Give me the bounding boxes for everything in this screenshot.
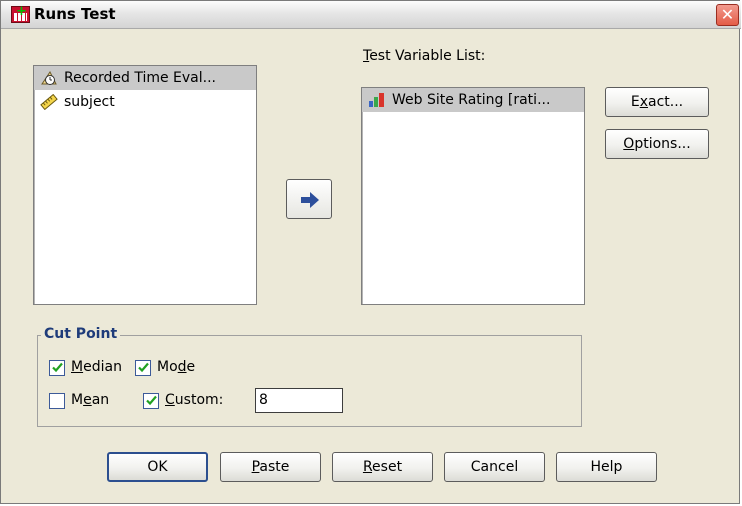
move-right-button[interactable] (286, 179, 332, 219)
close-icon: ✕ (720, 5, 735, 24)
list-item-label: subject (64, 94, 115, 110)
custom-checkbox[interactable] (143, 393, 159, 409)
list-item[interactable]: Web Site Rating [rati... (362, 88, 584, 112)
paste-button[interactable]: Paste (220, 452, 321, 482)
custom-label: Custom: (165, 392, 224, 408)
window-title: Runs Test (34, 5, 116, 23)
arrow-right-icon (301, 192, 319, 208)
app-icon: + (11, 5, 30, 23)
ok-button[interactable]: OK (107, 452, 208, 482)
list-item[interactable]: subject (34, 90, 256, 114)
cut-point-group (37, 335, 582, 427)
checkmark-icon (146, 395, 157, 406)
list-item-label: Web Site Rating [rati... (392, 92, 551, 108)
cut-point-title: Cut Point (41, 326, 121, 342)
runs-test-dialog: + Runs Test ✕ Recorded Time Eval... subj… (0, 0, 741, 504)
help-button[interactable]: Help (556, 452, 657, 482)
ruler-icon (40, 93, 58, 111)
list-item[interactable]: Recorded Time Eval... (34, 66, 256, 90)
mean-label: Mean (71, 392, 110, 408)
mean-checkbox[interactable] (49, 393, 65, 409)
bar-chart-icon (368, 92, 386, 108)
custom-value-field[interactable]: 8 (255, 388, 343, 413)
scale-clock-icon (40, 70, 58, 86)
title-bar[interactable]: + Runs Test ✕ (1, 1, 741, 29)
source-variable-list[interactable]: Recorded Time Eval... subject (33, 65, 257, 305)
checkmark-icon (138, 362, 149, 373)
options-button[interactable]: Options... (605, 129, 709, 159)
checkmark-icon (52, 362, 63, 373)
reset-button[interactable]: Reset (332, 452, 433, 482)
median-label: Median (71, 359, 122, 375)
test-variable-list[interactable]: Web Site Rating [rati... (361, 87, 585, 305)
cancel-button[interactable]: Cancel (444, 452, 545, 482)
median-checkbox[interactable] (49, 360, 65, 376)
close-button[interactable]: ✕ (716, 4, 739, 26)
list-item-label: Recorded Time Eval... (64, 70, 216, 86)
mode-label: Mode (157, 359, 196, 375)
mode-checkbox[interactable] (135, 360, 151, 376)
exact-button[interactable]: Exact... (605, 87, 709, 117)
test-variable-list-label: Test Variable List: (363, 48, 486, 64)
